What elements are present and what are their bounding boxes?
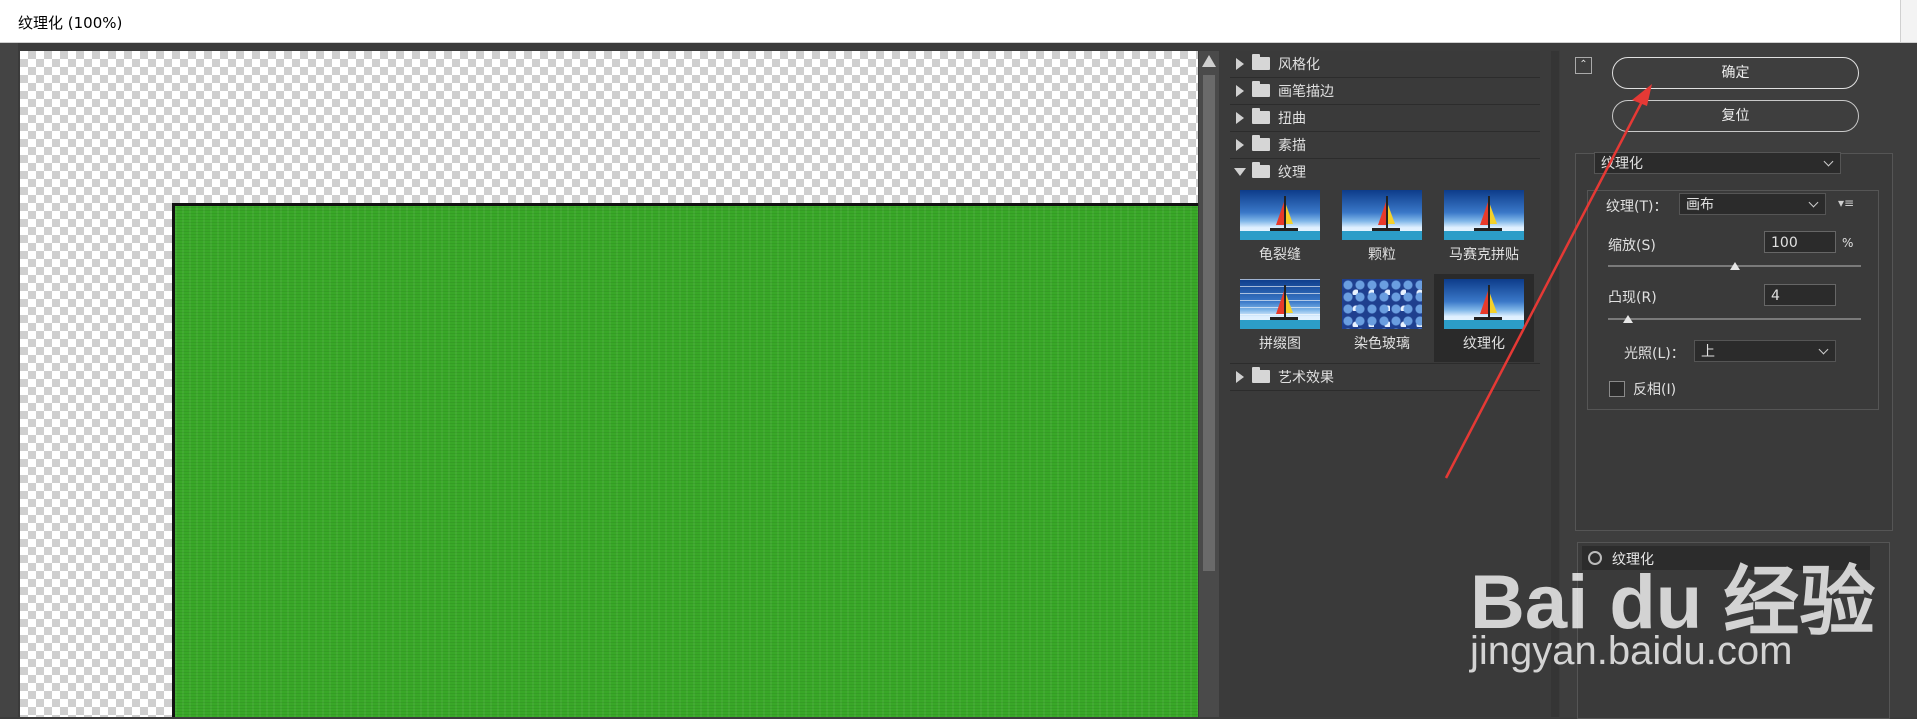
relief-label: 凸现(R)	[1608, 290, 1657, 306]
relief-slider[interactable]	[1608, 318, 1861, 320]
category-label: 纹理	[1278, 165, 1306, 181]
scale-slider-handle[interactable]	[1729, 262, 1740, 270]
filter-thumb-label: 龟裂缝	[1259, 247, 1301, 263]
category-artistic[interactable]: 艺术效果	[1230, 363, 1540, 391]
collapse-up-icon[interactable]: ⌃	[1575, 57, 1592, 74]
chevron-down-icon	[1818, 344, 1829, 355]
filter-thumb-texturizer[interactable]: 纹理化	[1434, 274, 1534, 362]
filter-thumb-label: 马赛克拼贴	[1449, 247, 1519, 263]
category-brush-strokes[interactable]: 画笔描边	[1230, 78, 1540, 105]
scale-input[interactable]: 100	[1764, 231, 1836, 253]
light-select-value: 上	[1701, 344, 1715, 360]
expand-icon	[1236, 112, 1244, 124]
light-label: 光照(L)：	[1624, 346, 1685, 362]
filter-thumb-label: 拼缀图	[1259, 336, 1301, 352]
texture-select-value: 画布	[1686, 197, 1714, 213]
scale-unit: %	[1842, 236, 1854, 250]
invert-checkbox[interactable]	[1609, 381, 1625, 397]
folder-open-icon	[1252, 162, 1270, 178]
filter-preview-image	[1240, 190, 1320, 240]
filter-preview-image	[1444, 279, 1524, 329]
category-label: 画笔描边	[1278, 84, 1334, 100]
filter-thumb-patchwork[interactable]: 拼缀图	[1230, 274, 1330, 362]
category-label: 艺术效果	[1278, 370, 1334, 386]
filter-thumb-label: 染色玻璃	[1354, 336, 1410, 352]
category-label: 风格化	[1278, 57, 1320, 73]
folder-icon	[1252, 135, 1270, 151]
filter-thumb-label: 颗粒	[1368, 247, 1396, 263]
reset-button[interactable]: 复位	[1612, 100, 1859, 132]
chevron-down-icon	[1823, 156, 1834, 167]
window-title: 纹理化 (100%)	[18, 14, 123, 32]
texturized-layer-preview	[172, 203, 1198, 717]
expand-icon	[1236, 371, 1244, 383]
scrollbar-thumb[interactable]	[1203, 75, 1215, 571]
folder-icon	[1252, 108, 1270, 124]
expand-icon	[1236, 85, 1244, 97]
collapse-icon	[1234, 168, 1246, 176]
category-texture[interactable]: 纹理	[1230, 159, 1540, 185]
left-edge	[0, 43, 18, 717]
filter-select[interactable]: 纹理化	[1594, 152, 1841, 174]
scale-label: 缩放(S)	[1608, 238, 1656, 254]
invert-label: 反相(I)	[1633, 382, 1677, 398]
preview-scrollbar[interactable]	[1199, 51, 1219, 717]
texture-label: 纹理(T)：	[1606, 199, 1668, 215]
filter-thumb-mosaic-tiles[interactable]: 马赛克拼贴	[1434, 185, 1534, 273]
ok-button[interactable]: 确定	[1612, 57, 1859, 89]
texture-menu-icon[interactable]: ▾≡	[1838, 196, 1854, 210]
chevron-down-icon	[1808, 197, 1819, 208]
preview-canvas[interactable]	[20, 51, 1198, 717]
expand-icon	[1236, 139, 1244, 151]
filter-thumb-stained-glass[interactable]: 染色玻璃	[1332, 274, 1432, 362]
filter-preview-image	[1342, 190, 1422, 240]
category-label: 扭曲	[1278, 111, 1306, 127]
category-label: 素描	[1278, 138, 1306, 154]
category-stylize[interactable]: 风格化	[1230, 51, 1540, 78]
expand-icon	[1236, 58, 1244, 70]
filter-preview-image	[1342, 279, 1422, 329]
folder-icon	[1252, 81, 1270, 97]
relief-input[interactable]: 4	[1764, 284, 1836, 306]
relief-slider-handle[interactable]	[1623, 315, 1634, 323]
filter-thumb-craquelure[interactable]: 龟裂缝	[1230, 185, 1330, 273]
filter-select-value: 纹理化	[1601, 156, 1643, 172]
filter-preview-image	[1240, 279, 1320, 329]
folder-icon	[1252, 367, 1270, 383]
category-distort[interactable]: 扭曲	[1230, 105, 1540, 132]
category-sketch[interactable]: 素描	[1230, 132, 1540, 159]
scroll-up-icon[interactable]	[1202, 55, 1216, 67]
filter-thumb-grain[interactable]: 颗粒	[1332, 185, 1432, 273]
title-bar: 纹理化 (100%)	[0, 0, 1917, 43]
title-bar-edge	[1900, 0, 1917, 42]
light-select[interactable]: 上	[1694, 340, 1836, 362]
filter-preview-image	[1444, 190, 1524, 240]
folder-icon	[1252, 54, 1270, 70]
filter-thumb-label: 纹理化	[1463, 336, 1505, 352]
texture-select[interactable]: 画布	[1679, 193, 1826, 215]
baidu-watermark-url: jingyan.baidu.com	[1470, 629, 1793, 673]
